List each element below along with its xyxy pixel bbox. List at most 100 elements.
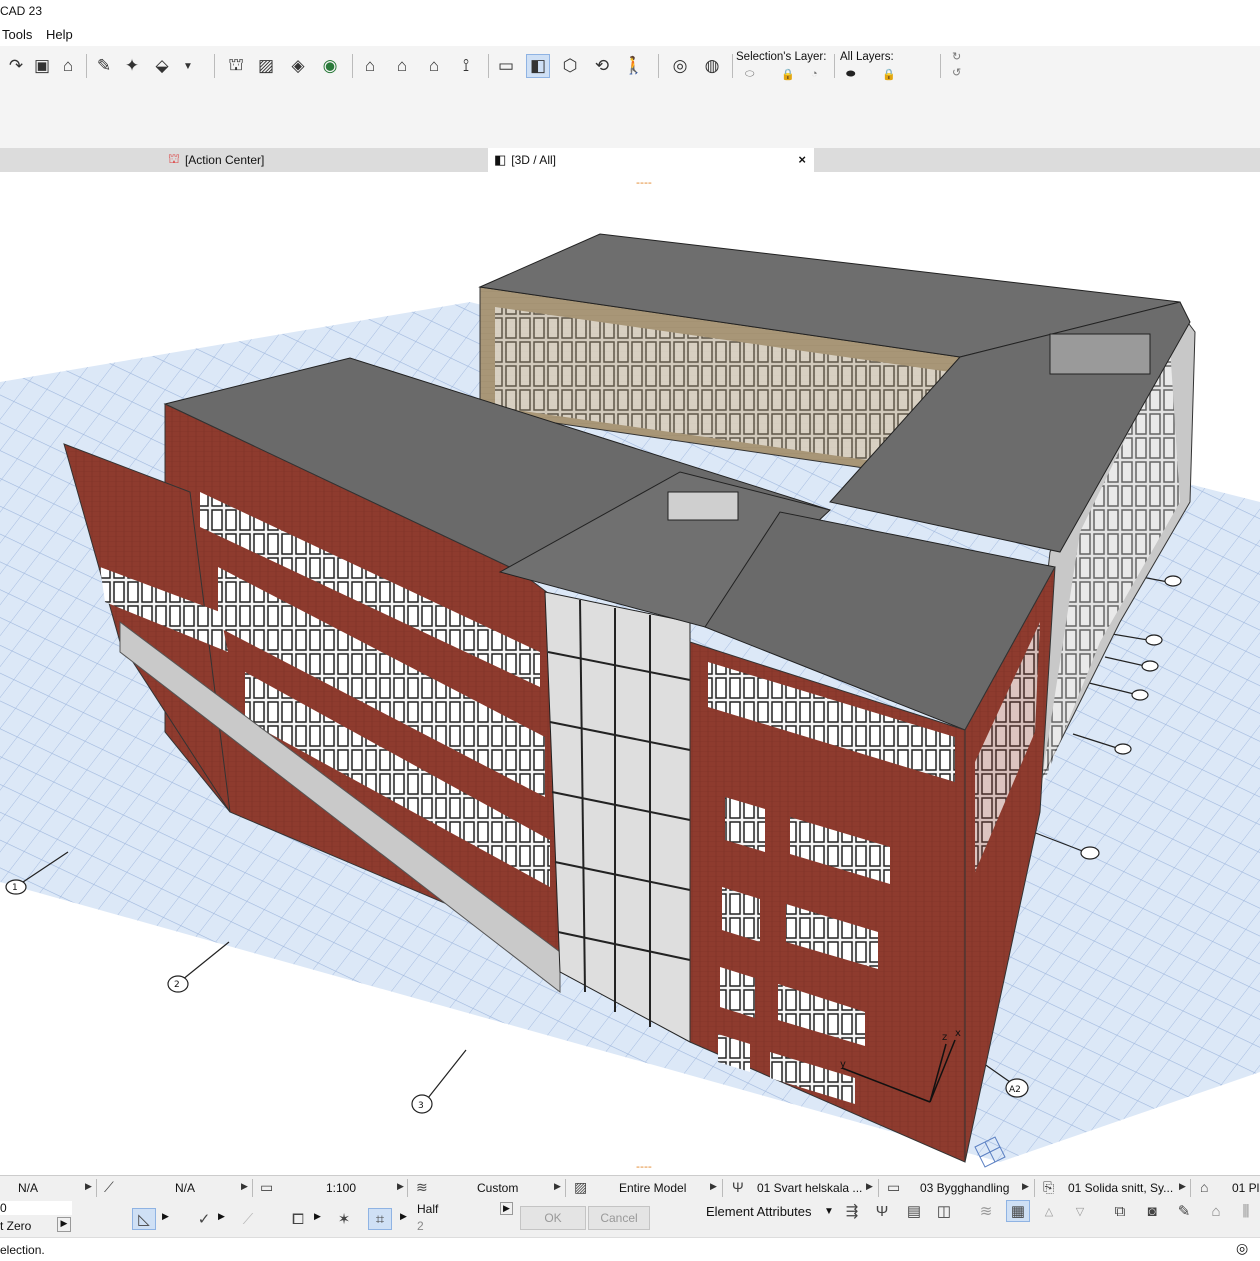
stair-tower-glass — [544, 591, 691, 1043]
prompt-text: election. — [0, 1243, 45, 1257]
3d-view-icon[interactable]: ◧ — [526, 54, 550, 78]
close-icon[interactable]: × — [798, 152, 806, 167]
magic-wand-icon[interactable]: ✶ — [332, 1208, 356, 1230]
coordinate-input[interactable]: 0 — [0, 1201, 72, 1215]
eye-icon[interactable]: ◎ — [668, 54, 692, 78]
chevron-right-icon[interactable]: ▶ — [1022, 1181, 1029, 1192]
building-material-icon[interactable]: ⛫ — [224, 54, 248, 78]
dimension-field[interactable]: 01 Pl — [1232, 1181, 1259, 1195]
selection-layer-wire-icon[interactable]: ◔ — [811, 68, 818, 80]
dropdown-arrow-icon[interactable]: ▼ — [176, 54, 200, 78]
pen-set-field[interactable]: 01 Svart helskala ... — [757, 1181, 862, 1195]
undo-field[interactable]: N/A — [18, 1181, 38, 1195]
gravity-snap-icon[interactable]: ⌗ — [368, 1208, 392, 1230]
ok-button[interactable]: OK — [520, 1206, 586, 1230]
checkmark-icon[interactable]: ✓ — [192, 1208, 216, 1230]
redo-field[interactable]: N/A — [175, 1181, 195, 1195]
home-story-icon[interactable]: ⌂ — [56, 54, 80, 78]
chevron-right-icon[interactable]: ▶ — [218, 1211, 225, 1222]
navigator-icon: ⟋ — [104, 1179, 114, 1195]
transfer-settings-icon[interactable]: ⇶ — [840, 1200, 864, 1222]
3d-window-icon: ◧ — [494, 152, 507, 167]
3d-viewport[interactable]: 1 2 3 A2 z x y ---- ---- — [0, 172, 1260, 1175]
layer-combination-icon: ≋ — [416, 1179, 428, 1195]
selection-layer-visibility-icon[interactable]: ⬭ — [745, 68, 754, 81]
floor-plan-icon[interactable]: ▣ — [30, 54, 54, 78]
renovation-filter-field[interactable]: 03 Bygghandling — [920, 1181, 1009, 1195]
arrow-up-icon[interactable]: △ — [1037, 1200, 1061, 1222]
model-view-field[interactable]: Entire Model — [619, 1181, 686, 1195]
rectangle-method-icon[interactable]: ⧠ — [286, 1208, 310, 1230]
chevron-down-icon[interactable]: ▼ — [824, 1206, 834, 1217]
chevron-right-icon[interactable]: ▶ — [314, 1211, 321, 1222]
graphic-override-field[interactable]: 01 Solida snitt, Sy... — [1068, 1181, 1173, 1195]
3d-model-canvas[interactable]: 1 2 3 A2 z x y ---- ---- — [0, 172, 1260, 1175]
home-icon[interactable]: ⌂ — [1204, 1200, 1228, 1222]
grid-snap-icon[interactable]: ▦ — [1006, 1200, 1030, 1222]
hatch-icon[interactable]: ≋ — [974, 1200, 998, 1222]
tab-3d-all[interactable]: ◧ [3D / All] × — [488, 148, 814, 172]
tab-bar: ⛫ [Action Center] ◧ [3D / All] × — [0, 148, 1260, 172]
redo-icon[interactable]: ↷ — [4, 54, 28, 78]
chevron-right-icon[interactable]: ▶ — [554, 1181, 561, 1192]
all-layers-lock-icon[interactable]: 🔒 — [882, 68, 896, 81]
house-icon[interactable]: ⌂ — [358, 54, 382, 78]
roof-hatch — [667, 491, 739, 521]
walk-icon[interactable]: 🚶 — [622, 54, 646, 78]
selection-layer-lock-icon[interactable]: 🔒 — [781, 68, 795, 81]
tab-action-center[interactable]: ⛫ [Action Center] — [162, 148, 482, 172]
layer-combination-field[interactable]: Custom — [477, 1181, 518, 1195]
arrow-down-icon[interactable]: ▽ — [1068, 1200, 1092, 1222]
layers-eye-icon[interactable]: ◍ — [700, 54, 724, 78]
pen-edit-icon[interactable]: ✎ — [92, 54, 116, 78]
menu-help[interactable]: Help — [46, 27, 73, 42]
ruler-icon[interactable]: ⫼ — [1234, 1200, 1258, 1222]
explode-axon-icon[interactable]: ⟟ — [454, 54, 478, 78]
fill-tool-icon[interactable]: ⬙ — [150, 54, 174, 78]
globe-icon[interactable]: ◉ — [318, 54, 342, 78]
surface-settings-icon[interactable]: ◈ — [286, 54, 310, 78]
snap-dropdown-icon[interactable]: ▶ — [500, 1202, 513, 1215]
reference-dropdown-icon[interactable]: ▶ — [57, 1217, 71, 1232]
dimension-standard-icon: ⌂ — [1200, 1179, 1209, 1195]
user-icon[interactable]: ◎ — [1236, 1240, 1248, 1257]
menu-tools[interactable]: Tools — [2, 27, 32, 42]
viewport-icon[interactable]: ▭ — [494, 54, 518, 78]
cube-icon[interactable]: ⬡ — [558, 54, 582, 78]
group-icon[interactable]: ⧉ — [1108, 1200, 1132, 1222]
redo-view-icon[interactable]: ↺ — [952, 66, 961, 79]
tab-label: [Action Center] — [184, 153, 265, 167]
element-attributes-dropdown[interactable]: Element Attributes — [706, 1204, 812, 1219]
orbit-icon[interactable]: ⟲ — [590, 54, 614, 78]
house-section-icon[interactable]: ⌂ — [390, 54, 414, 78]
marquee-indicator-top: ---- — [636, 176, 652, 189]
profile-manager-icon[interactable]: ▨ — [254, 54, 278, 78]
undo-view-icon[interactable]: ↻ — [952, 50, 961, 63]
chevron-right-icon[interactable]: ▶ — [710, 1181, 717, 1192]
scale-field[interactable]: 1:100 — [326, 1181, 356, 1195]
magic-wand-icon[interactable]: ✦ — [120, 54, 144, 78]
pen-icon[interactable]: Ψ — [870, 1200, 894, 1222]
grid-bubble-label-3: 3 — [418, 1101, 424, 1111]
axis-x-label: x — [955, 1028, 961, 1039]
chevron-right-icon[interactable]: ▶ — [397, 1181, 404, 1192]
chevron-right-icon[interactable]: ▶ — [241, 1181, 248, 1192]
house-detail-icon[interactable]: ⌂ — [422, 54, 446, 78]
chevron-right-icon[interactable]: ▶ — [866, 1181, 873, 1192]
cancel-button[interactable]: Cancel — [588, 1206, 650, 1230]
chevron-right-icon[interactable]: ▶ — [400, 1211, 407, 1222]
edit-document-icon[interactable]: ✎ — [1172, 1200, 1196, 1222]
grid-bubble-label-1: 1 — [12, 883, 18, 893]
renovation-filter-icon: ▭ — [887, 1179, 901, 1195]
chevron-right-icon[interactable]: ▶ — [162, 1211, 169, 1222]
construction-method-icon[interactable]: ⟋ — [236, 1208, 260, 1230]
material-stack-icon[interactable]: ▤ — [902, 1200, 926, 1222]
camera-icon[interactable]: ◙ — [1140, 1200, 1164, 1222]
chevron-right-icon[interactable]: ▶ — [1179, 1181, 1186, 1192]
all-layers-visibility-icon[interactable]: ⬬ — [846, 68, 855, 81]
layer-settings-icon[interactable]: ◫ — [932, 1200, 956, 1222]
tab-label: [3D / All] — [511, 153, 556, 167]
chevron-right-icon[interactable]: ▶ — [85, 1181, 92, 1192]
quick-options-bar: N/A ▶ ⟋ N/A ▶ ▭ 1:100 ▶ ≋ Custom ▶ ▨ Ent… — [0, 1175, 1260, 1200]
guide-line-icon[interactable]: ◺ — [132, 1208, 156, 1230]
